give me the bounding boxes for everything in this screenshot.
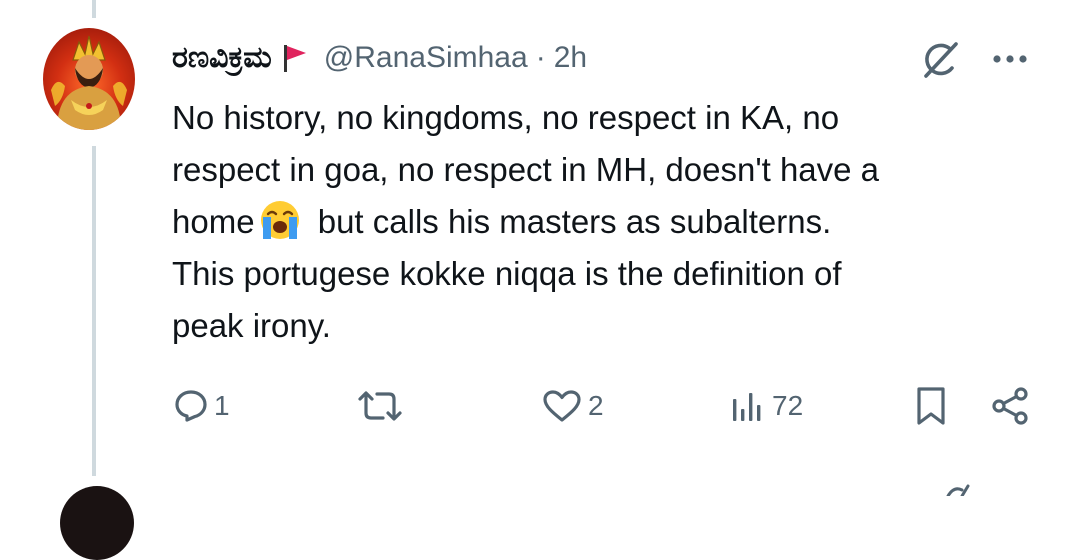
bookmark-button[interactable] (914, 384, 948, 428)
like-button[interactable]: 2 (542, 384, 604, 428)
tweet-text-word-home: home (172, 203, 255, 240)
timestamp[interactable]: 2h (554, 41, 587, 75)
tweet-header: ರಣವಿಕ್ರಮ @RanaSimhaa · 2h (172, 36, 587, 80)
retweet-button[interactable] (356, 384, 410, 428)
retweet-icon (358, 391, 402, 421)
grok-icon[interactable] (918, 38, 962, 82)
tweet-text-line-4: This portugese kokke niqqa is the defini… (172, 255, 842, 292)
views-button[interactable]: 72 (730, 384, 803, 428)
red-flag-icon (282, 43, 308, 73)
views-count: 72 (772, 390, 804, 421)
separator-dot: · (535, 41, 546, 74)
tweet-text-line-3: home but calls his masters as subalterns… (172, 196, 1052, 248)
tweet-text-line-3-rest: but calls his masters as subalterns. (308, 203, 832, 240)
share-icon (992, 387, 1028, 425)
user-handle[interactable]: @RanaSimhaa (324, 41, 528, 75)
loudly-crying-face-emoji (257, 199, 303, 241)
bookmark-icon (917, 387, 945, 425)
thread-line-top (92, 0, 96, 18)
like-count: 2 (588, 390, 604, 421)
share-button[interactable] (990, 384, 1030, 428)
reply-button[interactable]: 1 (174, 384, 230, 428)
reply-count: 1 (214, 390, 230, 421)
avatar[interactable] (43, 28, 135, 130)
next-tweet-avatar[interactable] (60, 486, 134, 560)
tweet-text-line-1: No history, no kingdoms, no respect in K… (172, 99, 840, 136)
next-tweet-grok-icon[interactable] (944, 484, 972, 496)
more-options-icon[interactable] (990, 44, 1030, 74)
display-name[interactable]: ರಣವಿಕ್ರಮ (172, 41, 272, 75)
reply-icon (175, 390, 207, 422)
heart-icon (543, 390, 581, 422)
tweet-text-line-2: respect in goa, no respect in MH, doesn'… (172, 151, 880, 188)
tweet-text-line-5: peak irony. (172, 307, 331, 344)
thread-line-bottom (92, 146, 96, 476)
tweet-text: No history, no kingdoms, no respect in K… (172, 92, 1052, 352)
views-chart-icon (733, 393, 761, 421)
